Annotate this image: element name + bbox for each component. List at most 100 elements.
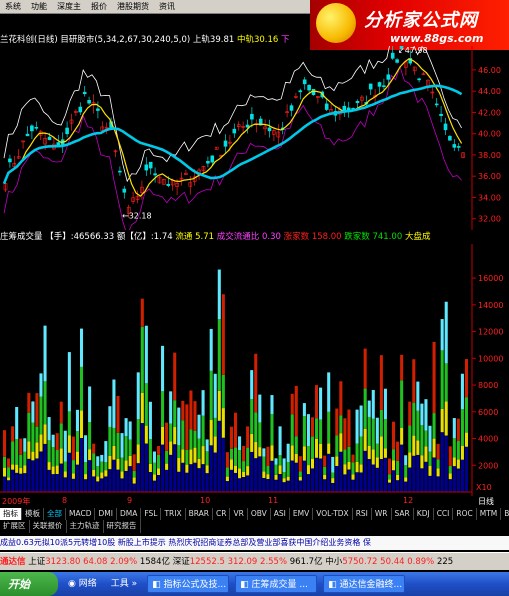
volume-bar-yellow bbox=[19, 467, 23, 474]
volume-bar-yellow bbox=[420, 455, 424, 469]
volume-bar-top bbox=[270, 395, 274, 415]
tab-kdj[interactable]: KDJ bbox=[414, 508, 434, 520]
taskbar-window-formula[interactable]: ◧ 指标公式及技... bbox=[147, 575, 230, 593]
volume-bar-navy bbox=[221, 437, 225, 492]
date-label-oct: 10 bbox=[200, 496, 211, 505]
volume-bar-navy bbox=[371, 464, 375, 492]
volume-bar-top bbox=[246, 426, 250, 448]
volume-bar-navy bbox=[112, 459, 116, 492]
menu-depth[interactable]: 深度主 bbox=[52, 1, 86, 12]
menu-function[interactable]: 功能 bbox=[26, 1, 52, 12]
volume-bar-yellow bbox=[286, 476, 290, 481]
candle-body bbox=[232, 128, 237, 134]
volume-bar-navy bbox=[460, 459, 464, 492]
volume-bar-top bbox=[225, 452, 229, 468]
tab-boll[interactable]: BOLL bbox=[501, 508, 509, 520]
tab-macd[interactable]: MACD bbox=[66, 508, 96, 520]
volume-bar-green bbox=[351, 462, 355, 475]
tab-fsl[interactable]: FSL bbox=[141, 508, 162, 520]
tab-全部[interactable]: 全部 bbox=[44, 508, 66, 520]
volume-bar-yellow bbox=[124, 460, 128, 471]
taskbar: 开始 ◉ 网络 工具 » ◧ 指标公式及技... ◧ 庄筹成交量 ... ◧ 通… bbox=[0, 572, 509, 596]
menu-quote[interactable]: 报价 bbox=[86, 1, 112, 12]
news-ticker[interactable]: 成益0.63元拟10派5元转增10股 新股上市提示 热烈庆祝招商证券总部及营业部… bbox=[0, 536, 509, 550]
menu-hk-futures[interactable]: 港股期货 bbox=[112, 1, 154, 12]
volume-bar-yellow bbox=[396, 474, 400, 481]
volume-bar-top bbox=[238, 436, 242, 451]
sz-label: 深证 bbox=[172, 557, 190, 567]
sm-change: 50.44 bbox=[380, 557, 405, 567]
tab-cci[interactable]: CCI bbox=[434, 508, 454, 520]
candle-body bbox=[439, 113, 443, 116]
sz-amount: 961.7亿 bbox=[289, 557, 323, 567]
tab-extension-2[interactable]: 主力轨迹 bbox=[67, 520, 104, 533]
volume-bar-navy bbox=[84, 479, 88, 492]
date-label-sep: 9 bbox=[127, 496, 133, 505]
tab-cr[interactable]: CR bbox=[213, 508, 231, 520]
volume-bar-top bbox=[327, 372, 331, 412]
volume-bar-yellow bbox=[128, 455, 132, 467]
tab-extension-0[interactable]: 扩展区 bbox=[0, 520, 30, 533]
tab-mtm[interactable]: MTM bbox=[477, 508, 502, 520]
tab-wr[interactable]: WR bbox=[372, 508, 392, 520]
volume-bar-green bbox=[88, 422, 92, 450]
volume-bar-top bbox=[169, 391, 173, 424]
volume-bar-green bbox=[144, 383, 148, 426]
tab-extension-3[interactable]: 研究报告 bbox=[104, 520, 141, 533]
volume-bar-navy bbox=[31, 460, 35, 492]
volume-tick-label: 6000 bbox=[478, 408, 498, 417]
price-chart[interactable]: 46.00 44.00 42.00 40.00 38.00 36.00 34.00 32.00… bbox=[0, 46, 509, 230]
tab-模板[interactable]: 模板 bbox=[22, 508, 44, 520]
tab-roc[interactable]: ROC bbox=[453, 508, 477, 520]
volume-bar-top bbox=[424, 399, 428, 431]
tab-rsi[interactable]: RSI bbox=[353, 508, 372, 520]
volume-bar-top bbox=[440, 319, 444, 351]
volume-bar-green bbox=[460, 409, 464, 446]
volume-bar-green bbox=[229, 448, 233, 460]
volume-bar-green bbox=[387, 474, 392, 480]
taskbar-tools[interactable]: 工具 » bbox=[107, 575, 141, 593]
menu-news[interactable]: 资讯 bbox=[154, 1, 180, 12]
volume-bar-navy bbox=[286, 480, 290, 492]
volume-bar-navy bbox=[39, 451, 43, 492]
tab-dma[interactable]: DMA bbox=[117, 508, 142, 520]
tab-vol-tdx[interactable]: VOL-TDX bbox=[313, 508, 353, 520]
volume-bar-navy bbox=[363, 450, 367, 492]
tab-brar[interactable]: BRAR bbox=[186, 508, 214, 520]
tab-sar[interactable]: SAR bbox=[392, 508, 414, 520]
volume-bar-navy bbox=[424, 461, 428, 492]
volume-bar-green bbox=[3, 456, 7, 468]
price-tick-label: 42.00 bbox=[478, 108, 501, 117]
volume-bar-top bbox=[448, 446, 452, 467]
tab-vr[interactable]: VR bbox=[230, 508, 248, 520]
volume-bar-yellow bbox=[108, 455, 112, 470]
volume-bar-yellow bbox=[331, 478, 335, 483]
volume-bar-green bbox=[258, 422, 262, 448]
taskbar-window-tdx[interactable]: ◧ 通达信金融终... bbox=[323, 575, 406, 593]
tab-extension-1[interactable]: 关联报价 bbox=[30, 520, 67, 533]
volume-bar-top bbox=[412, 359, 416, 403]
volume-bar-yellow bbox=[298, 476, 302, 481]
candle-body bbox=[82, 91, 87, 95]
tab-trix[interactable]: TRIX bbox=[161, 508, 186, 520]
start-button[interactable]: 开始 bbox=[0, 572, 58, 596]
volume-bar-top bbox=[201, 390, 205, 416]
candle-body bbox=[289, 105, 294, 111]
volume-bar-top bbox=[242, 445, 246, 462]
tab-dmi[interactable]: DMI bbox=[95, 508, 117, 520]
volume-chart[interactable]: 16000 14000 12000 10000 8000 6000 4000 2000 X10 bbox=[0, 244, 509, 496]
tab-asi[interactable]: ASI bbox=[271, 508, 290, 520]
taskbar-network[interactable]: ◉ 网络 bbox=[64, 575, 101, 593]
period-label[interactable]: 日线 bbox=[478, 496, 494, 507]
volume-bar-top bbox=[209, 328, 213, 371]
volume-bar-navy bbox=[75, 464, 79, 492]
taskbar-window-volume[interactable]: ◧ 庄筹成交量 ... bbox=[235, 575, 318, 593]
volume-bar-yellow bbox=[359, 464, 363, 473]
tab-obv[interactable]: OBV bbox=[248, 508, 271, 520]
volume-bar-navy bbox=[177, 471, 181, 492]
menu-system[interactable]: 系统 bbox=[0, 1, 26, 12]
volume-bar-navy bbox=[440, 432, 444, 492]
tab-指标[interactable]: 指标 bbox=[0, 508, 22, 520]
tab-emv[interactable]: EMV bbox=[290, 508, 314, 520]
volume-bar-yellow bbox=[294, 453, 298, 463]
